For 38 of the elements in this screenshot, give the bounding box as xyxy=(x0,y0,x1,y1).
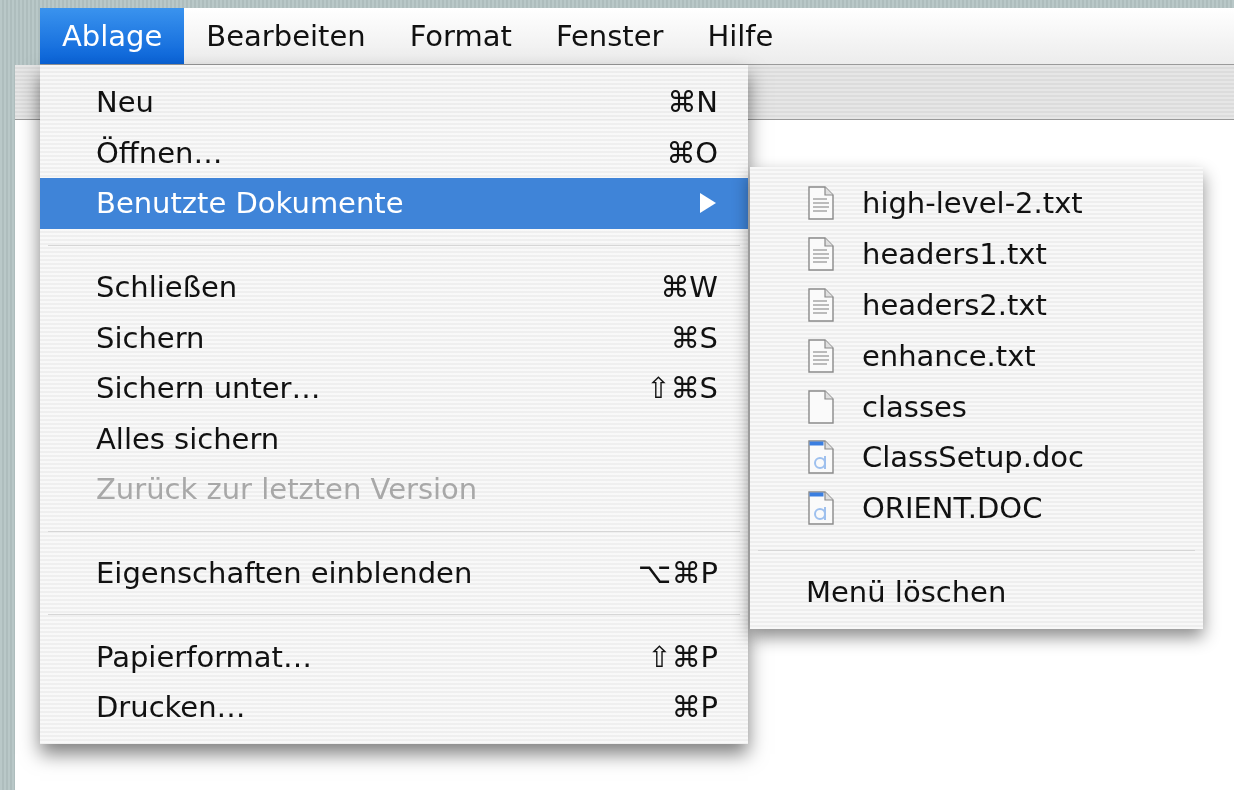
menu-bar-item[interactable]: Fenster xyxy=(533,8,686,64)
file-name: high-level-2.txt xyxy=(862,186,1083,221)
recent-document-item[interactable]: ORIENT.DOC xyxy=(750,482,1203,534)
text-file-icon xyxy=(808,186,834,221)
file-name: ClassSetup.doc xyxy=(862,440,1085,475)
menu-item[interactable]: Alles sichern xyxy=(40,413,748,465)
menu-item[interactable]: Schließen ⌘W xyxy=(40,261,748,313)
menu-bar-item[interactable]: Ablage xyxy=(40,8,185,64)
file-name: headers2.txt xyxy=(862,288,1047,322)
menu-item[interactable]: Sichern unter… ⇧⌘S xyxy=(40,362,748,414)
recent-document-item[interactable]: headers2.txt xyxy=(750,279,1203,331)
text-file-icon xyxy=(808,237,834,272)
recent-document-item[interactable]: headers1.txt xyxy=(750,228,1203,280)
menu-bar-item[interactable]: Format xyxy=(387,8,534,64)
menu-bar-item[interactable]: Hilfe xyxy=(685,8,796,64)
blank-file-icon xyxy=(808,389,834,424)
file-name: headers1.txt xyxy=(862,237,1047,272)
menu-item[interactable]: Benutzte Dokumente xyxy=(40,178,748,229)
menu-bar-item[interactable]: Bearbeiten xyxy=(184,8,388,64)
file-name: ORIENT.DOC xyxy=(862,491,1043,526)
file-name: enhance.txt xyxy=(862,338,1036,373)
text-file-icon xyxy=(808,288,834,322)
menu-item[interactable]: Papierformat… ⇧⌘P xyxy=(40,631,748,682)
recent-document-item[interactable]: classes xyxy=(750,381,1203,432)
submenu-arrow-icon xyxy=(698,192,718,215)
menu-item[interactable]: Drucken… ⌘P xyxy=(40,681,748,733)
menu-item[interactable]: Neu ⌘N xyxy=(40,77,748,128)
document-file-icon xyxy=(808,491,834,526)
recent-document-item[interactable]: ClassSetup.doc xyxy=(750,432,1203,483)
menu-item[interactable]: Menü löschen xyxy=(750,566,1203,618)
file-name: classes xyxy=(862,389,967,424)
menu-item[interactable]: Sichern ⌘S xyxy=(40,312,748,363)
document-file-icon xyxy=(808,440,834,475)
menu-item[interactable]: Eigenschaften einblenden ⌥⌘P xyxy=(40,547,748,599)
menu-item[interactable]: Öffnen… ⌘O xyxy=(40,127,748,179)
recent-document-item[interactable]: enhance.txt xyxy=(750,330,1203,382)
text-file-icon xyxy=(808,338,834,373)
recent-document-item[interactable]: high-level-2.txt xyxy=(750,178,1203,229)
